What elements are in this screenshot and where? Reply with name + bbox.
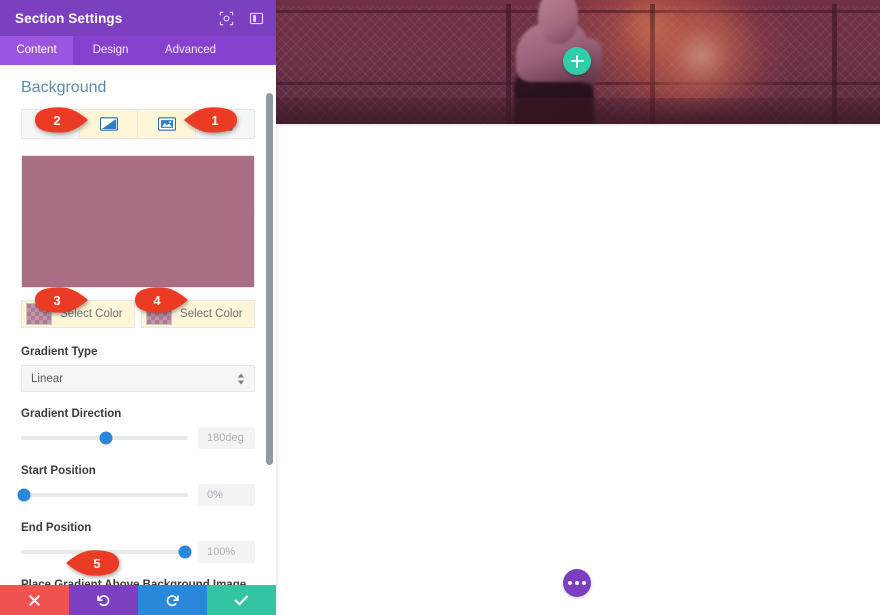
place-gradient-toggle-block: Place Gradient Above Background Image YE… bbox=[21, 579, 255, 585]
gradient-type-value: Linear bbox=[31, 372, 63, 385]
section-settings-panel: Section Settings Content Design Advanced bbox=[0, 0, 276, 615]
gradient-direction-label: Gradient Direction bbox=[21, 408, 122, 420]
save-button[interactable] bbox=[207, 585, 276, 615]
hero-bottom-edge bbox=[276, 124, 880, 126]
page-settings-button[interactable] bbox=[563, 569, 591, 597]
end-position-knob[interactable] bbox=[178, 545, 192, 559]
start-position-input[interactable]: 0% bbox=[198, 484, 255, 506]
end-position-block: End Position 100% bbox=[21, 522, 255, 563]
background-gradient-tab[interactable] bbox=[80, 110, 138, 138]
undo-button[interactable] bbox=[69, 585, 138, 615]
screen: Section Settings Content Design Advanced bbox=[0, 0, 880, 615]
background-video-tab[interactable] bbox=[196, 110, 254, 138]
gradient-start-color[interactable]: Select Color bbox=[21, 300, 135, 328]
panel-action-bar bbox=[0, 585, 276, 615]
gradient-start-color-label: Select Color bbox=[60, 308, 123, 320]
start-position-slider[interactable] bbox=[17, 488, 188, 502]
gradient-direction-knob[interactable] bbox=[99, 431, 113, 445]
ellipsis-icon bbox=[568, 581, 586, 585]
gradient-color-row: Select Color Select Color bbox=[21, 300, 255, 328]
color-swatch-icon bbox=[26, 303, 52, 325]
panel-title: Section Settings bbox=[15, 10, 123, 26]
start-position-slider-row: 0% bbox=[17, 484, 255, 506]
color-swatch-icon bbox=[146, 303, 172, 325]
tab-content[interactable]: Content bbox=[0, 36, 73, 65]
start-position-knob[interactable] bbox=[17, 488, 31, 502]
gradient-preview[interactable] bbox=[21, 155, 255, 288]
gradient-direction-input[interactable]: 180deg bbox=[198, 427, 255, 449]
end-position-label: End Position bbox=[21, 522, 92, 534]
gradient-type-label: Gradient Type bbox=[21, 346, 98, 358]
panel-scrollbar-thumb[interactable] bbox=[266, 93, 273, 465]
cancel-button[interactable] bbox=[0, 585, 69, 615]
tab-advanced[interactable]: Advanced bbox=[148, 36, 233, 65]
panel-body: Background Select Color Select Color Gra… bbox=[0, 65, 276, 585]
background-color-tab[interactable] bbox=[22, 110, 80, 138]
background-image-tab[interactable] bbox=[138, 110, 196, 138]
panel-scroll-area: Background Select Color Select Color Gra… bbox=[0, 65, 276, 585]
add-section-button[interactable] bbox=[563, 47, 591, 75]
gradient-end-color-label: Select Color bbox=[180, 308, 243, 320]
expand-icon[interactable] bbox=[218, 10, 234, 26]
redo-button[interactable] bbox=[138, 585, 207, 615]
gradient-end-color[interactable]: Select Color bbox=[141, 300, 255, 328]
chevron-updown-icon bbox=[237, 373, 245, 384]
panel-header: Section Settings bbox=[0, 0, 276, 36]
end-position-input[interactable]: 100% bbox=[198, 541, 255, 563]
gradient-type-select[interactable]: Linear bbox=[21, 365, 255, 392]
panel-scrollbar[interactable] bbox=[266, 65, 273, 585]
gradient-direction-slider-row: 180deg bbox=[21, 427, 255, 449]
page-title: Background bbox=[21, 79, 107, 96]
background-type-tabs bbox=[21, 109, 255, 139]
layout-columns-icon[interactable] bbox=[248, 10, 264, 26]
start-position-block: Start Position 0% bbox=[17, 465, 255, 506]
tab-design[interactable]: Design bbox=[73, 36, 148, 65]
panel-tabbar: Content Design Advanced bbox=[0, 36, 276, 65]
gradient-direction-slider[interactable] bbox=[21, 431, 188, 445]
page-canvas bbox=[276, 0, 880, 615]
plus-icon-bar bbox=[570, 60, 584, 62]
start-position-label: Start Position bbox=[21, 465, 96, 477]
end-position-slider-row: 100% bbox=[21, 541, 255, 563]
gradient-direction-block: Gradient Direction 180deg bbox=[21, 408, 255, 449]
gradient-type-block: Gradient Type Linear bbox=[21, 346, 255, 392]
place-gradient-label: Place Gradient Above Background Image bbox=[21, 579, 247, 585]
end-position-slider[interactable] bbox=[21, 545, 192, 559]
